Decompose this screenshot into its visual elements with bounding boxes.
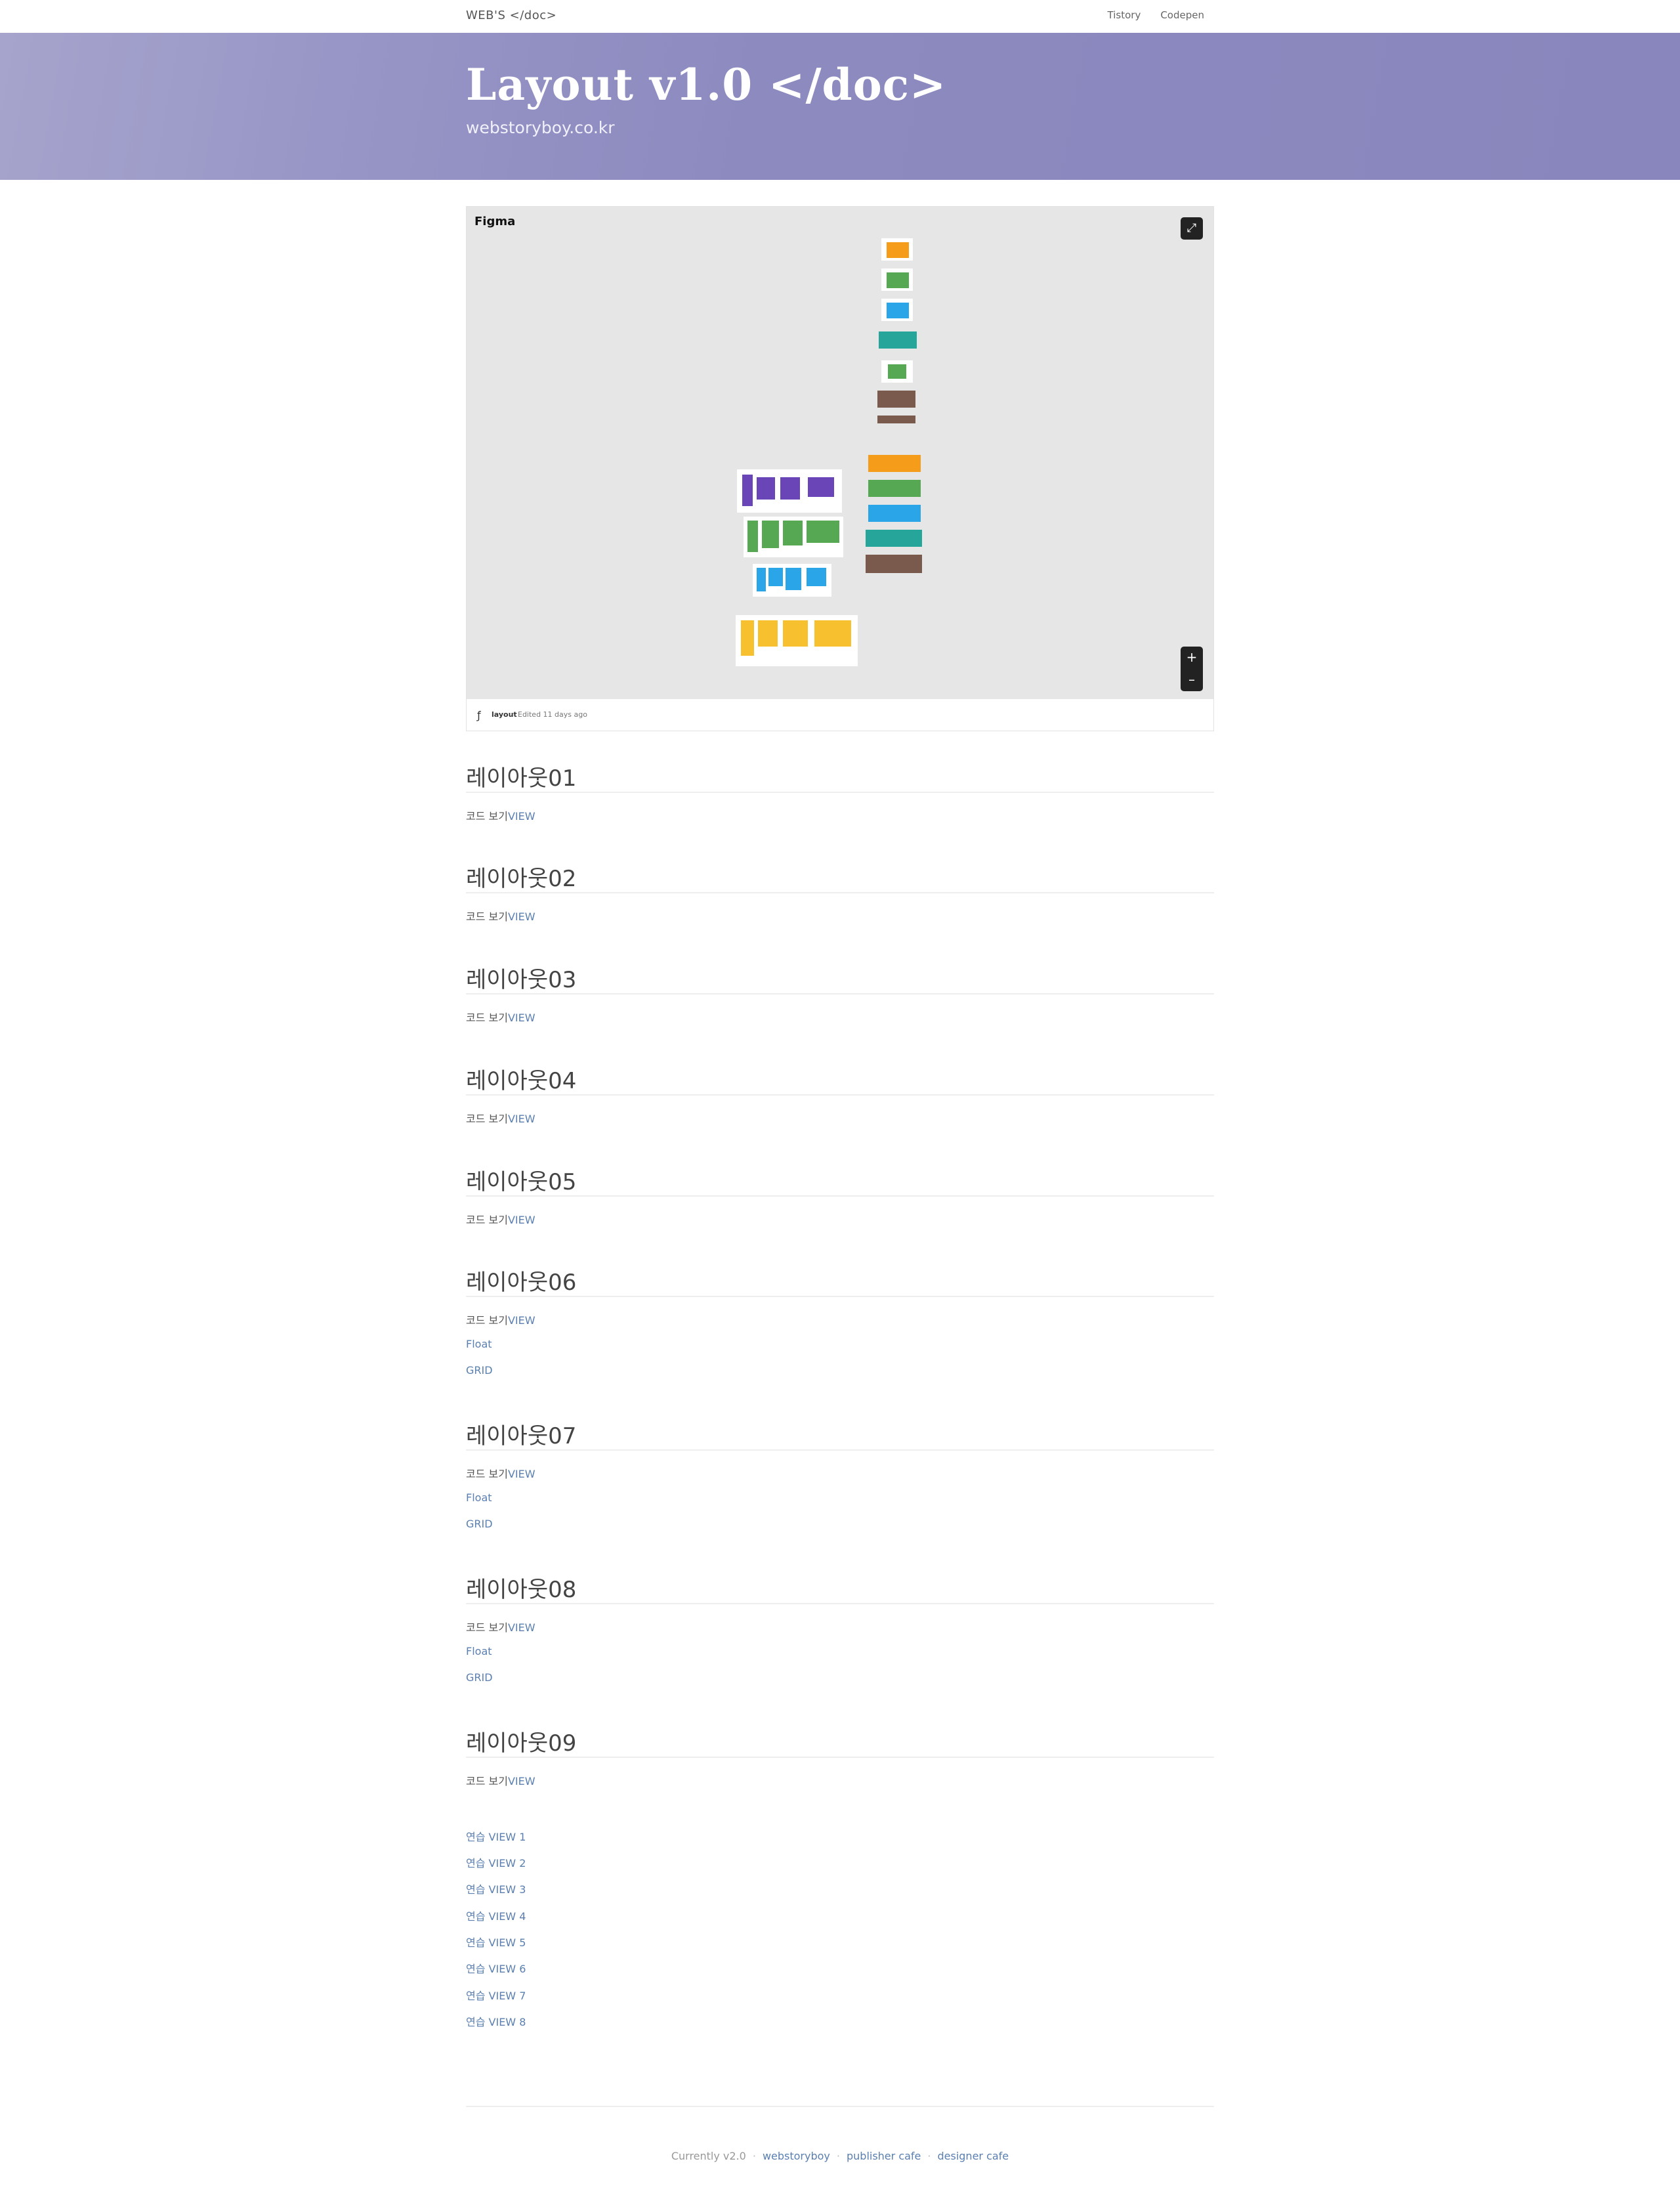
float-link[interactable]: Float	[466, 1491, 492, 1504]
section-layout-03: 레이아웃03 코드 보기VIEW	[466, 962, 1214, 1027]
view-link[interactable]: VIEW	[508, 810, 536, 822]
top-nav: WEB'S </doc> Tistory Codepen	[0, 0, 1680, 33]
footer-version: Currently v2.0	[671, 2150, 746, 2162]
page-title: Layout v1.0 </doc>	[466, 59, 947, 110]
code-label: 코드 보기	[466, 1214, 508, 1226]
section-divider	[466, 993, 1214, 994]
code-label: 코드 보기	[466, 1314, 508, 1327]
hero-banner: Layout v1.0 </doc> webstoryboy.co.kr	[0, 33, 1680, 180]
section-title: 레이아웃05	[466, 1169, 577, 1195]
practice-link-8[interactable]: 연습 VIEW 8	[466, 2013, 526, 2029]
practice-link-1[interactable]: 연습 VIEW 1	[466, 1828, 526, 1844]
zoom-out-button[interactable]: –	[1181, 669, 1203, 691]
figma-file-name[interactable]: layout	[492, 710, 517, 719]
code-label: 코드 보기	[466, 1775, 508, 1787]
code-label: 코드 보기	[466, 910, 508, 923]
practice-link-6[interactable]: 연습 VIEW 6	[466, 1960, 526, 1976]
tile-blue	[887, 303, 909, 318]
practice-link-3[interactable]: 연습 VIEW 3	[466, 1881, 526, 1896]
code-label: 코드 보기	[466, 1621, 508, 1634]
footer-link-webstoryboy[interactable]: webstoryboy	[763, 2150, 830, 2162]
view-link[interactable]: VIEW	[508, 1113, 536, 1125]
grid-link[interactable]: GRID	[466, 1518, 493, 1530]
figma-footer: ƒ layout Edited 11 days ago	[467, 699, 1213, 731]
tile-orange	[887, 242, 909, 258]
code-label: 코드 보기	[466, 1113, 508, 1125]
section-title: 레이아웃06	[466, 1270, 577, 1296]
float-link[interactable]: Float	[466, 1645, 492, 1657]
figma-edited-time: Edited 11 days ago	[518, 710, 587, 719]
grid-link[interactable]: GRID	[466, 1671, 493, 1684]
view-link[interactable]: VIEW	[508, 1314, 536, 1327]
practice-link-5[interactable]: 연습 VIEW 5	[466, 1934, 526, 1950]
section-title: 레이아웃03	[466, 967, 577, 993]
section-divider	[466, 792, 1214, 793]
footer-divider	[466, 2106, 1214, 2107]
section-title: 레이아웃01	[466, 765, 577, 792]
section-title: 레이아웃07	[466, 1423, 577, 1449]
expand-icon[interactable]: ⤢	[1181, 217, 1203, 240]
code-label: 코드 보기	[466, 1468, 508, 1480]
nav-link-codepen[interactable]: Codepen	[1160, 9, 1204, 21]
tile-brown-2	[877, 416, 915, 423]
tile-green-2	[888, 364, 906, 379]
view-link[interactable]: VIEW	[508, 1621, 536, 1634]
figma-canvas[interactable]: Figma ⤢ + –	[467, 207, 1213, 699]
tile-brown	[877, 391, 915, 408]
code-label: 코드 보기	[466, 1012, 508, 1024]
footer: Currently v2.0 · webstoryboy · publisher caf…	[671, 2150, 1009, 2162]
site-brand[interactable]: WEB'S </doc>	[466, 9, 556, 22]
nav-link-tistory[interactable]: Tistory	[1108, 9, 1141, 21]
code-label: 코드 보기	[466, 810, 508, 822]
section-divider	[466, 1195, 1214, 1197]
view-link[interactable]: VIEW	[508, 1775, 536, 1787]
section-divider	[466, 1296, 1214, 1297]
figma-label: Figma	[474, 215, 516, 228]
section-divider	[466, 1449, 1214, 1451]
section-layout-02: 레이아웃02 코드 보기VIEW	[466, 861, 1214, 926]
section-divider	[466, 1757, 1214, 1758]
section-layout-08: 레이아웃08 코드 보기VIEW Float GRID	[466, 1571, 1214, 1690]
view-link[interactable]: VIEW	[508, 1214, 536, 1226]
section-divider	[466, 892, 1214, 893]
float-link[interactable]: Float	[466, 1338, 492, 1350]
nav-links: Tistory Codepen	[1108, 9, 1204, 21]
page-subtitle: webstoryboy.co.kr	[466, 118, 615, 137]
tile-green	[887, 272, 909, 288]
footer-link-publisher-cafe[interactable]: publisher cafe	[847, 2150, 921, 2162]
section-layout-06: 레이아웃06 코드 보기VIEW Float GRID	[466, 1264, 1214, 1382]
section-layout-04: 레이아웃04 코드 보기VIEW	[466, 1063, 1214, 1128]
view-link[interactable]: VIEW	[508, 1468, 536, 1480]
section-layout-05: 레이아웃05 코드 보기VIEW	[466, 1164, 1214, 1229]
section-divider	[466, 1603, 1214, 1604]
figma-embed[interactable]: Figma ⤢ + – ƒ layout Edited 11 days ago	[466, 206, 1214, 731]
section-title: 레이아웃04	[466, 1068, 577, 1094]
section-layout-09: 레이아웃09 코드 보기VIEW	[466, 1725, 1214, 1791]
view-link[interactable]: VIEW	[508, 1012, 536, 1024]
section-title: 레이아웃02	[466, 866, 577, 892]
zoom-in-button[interactable]: +	[1181, 647, 1203, 669]
tile-teal	[879, 331, 917, 349]
section-divider	[466, 1094, 1214, 1096]
practice-link-7[interactable]: 연습 VIEW 7	[466, 1987, 526, 2003]
grid-link[interactable]: GRID	[466, 1364, 493, 1377]
view-link[interactable]: VIEW	[508, 910, 536, 923]
practice-link-2[interactable]: 연습 VIEW 2	[466, 1854, 526, 1870]
footer-link-designer-cafe[interactable]: designer cafe	[937, 2150, 1009, 2162]
section-title: 레이아웃09	[466, 1730, 577, 1757]
section-title: 레이아웃08	[466, 1577, 577, 1603]
section-layout-01: 레이아웃01 코드 보기VIEW	[466, 760, 1214, 826]
section-layout-07: 레이아웃07 코드 보기VIEW Float GRID	[466, 1418, 1214, 1536]
zoom-controls: + –	[1181, 647, 1203, 691]
figma-logo-icon: ƒ	[477, 709, 481, 721]
practice-link-4[interactable]: 연습 VIEW 4	[466, 1908, 526, 1923]
